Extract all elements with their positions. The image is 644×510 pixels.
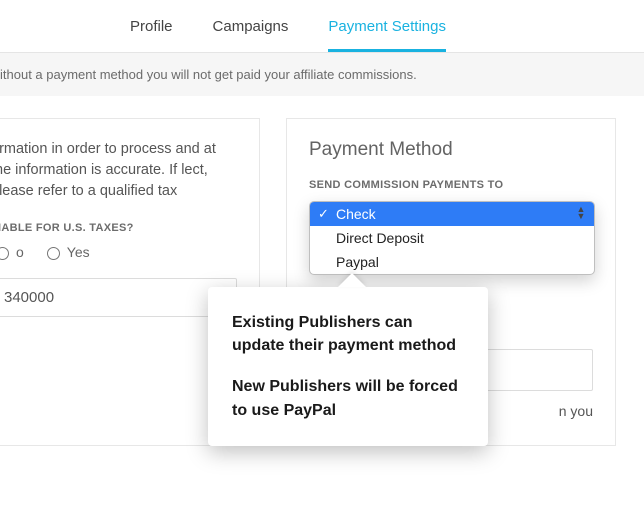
dropdown-option-check[interactable]: Check [310, 202, 594, 226]
payment-method-dropdown[interactable]: Check Direct Deposit Paypal ▲▼ [309, 201, 595, 275]
dropdown-stepper-icon: ▲▼ [574, 206, 588, 224]
dropdown-option-direct-deposit[interactable]: Direct Deposit [310, 226, 594, 250]
info-banner: ithout a payment method you will not get… [0, 53, 644, 96]
radio-yes[interactable]: Yes [42, 244, 90, 260]
tax-intro-text: ormation in order to process and at the … [0, 139, 237, 202]
us-taxes-radio-group: o Yes [0, 244, 237, 260]
radio-yes-input[interactable] [47, 247, 60, 260]
tab-campaigns[interactable]: Campaigns [213, 18, 289, 52]
tooltip-line-2: New Publishers will be forced to use Pay… [232, 375, 466, 421]
radio-yes-label: Yes [67, 244, 90, 260]
radio-no-input[interactable] [0, 247, 9, 260]
tab-bar: Profile Campaigns Payment Settings [0, 0, 644, 52]
tab-profile[interactable]: Profile [130, 18, 173, 52]
info-tooltip: Existing Publishers can update their pay… [208, 287, 488, 446]
send-commission-label: SEND COMMISSION PAYMENTS TO [309, 179, 593, 191]
payment-method-title: Payment Method [309, 139, 593, 161]
tab-payment-settings[interactable]: Payment Settings [328, 18, 446, 52]
tooltip-line-1: Existing Publishers can update their pay… [232, 311, 466, 357]
tin-field[interactable] [0, 278, 237, 317]
us-taxes-label: LIABLE FOR U.S. TAXES? [0, 222, 237, 234]
dropdown-option-paypal[interactable]: Paypal [310, 250, 594, 274]
radio-no[interactable]: o [0, 244, 24, 260]
radio-no-label: o [16, 244, 24, 260]
